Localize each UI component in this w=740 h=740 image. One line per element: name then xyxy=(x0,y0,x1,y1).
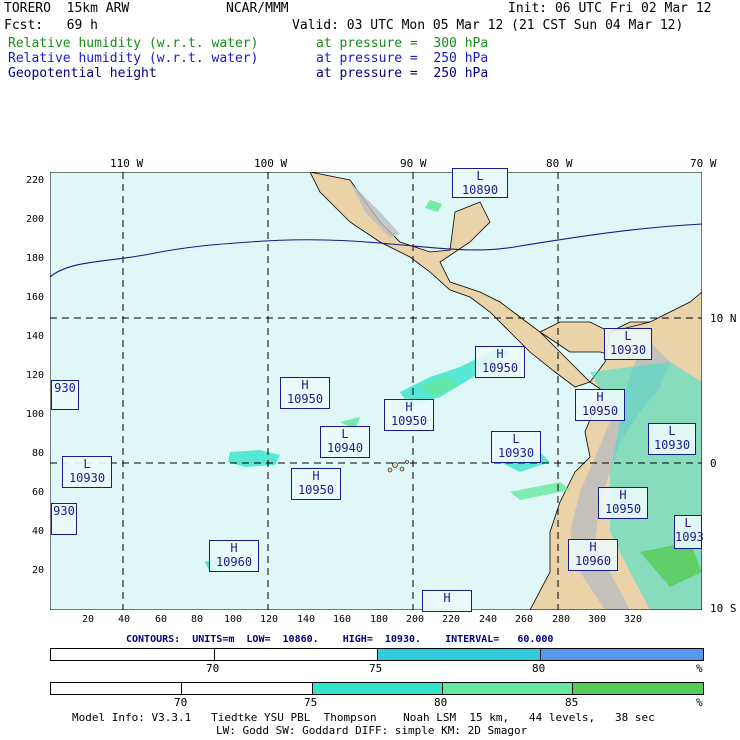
x-tick: 280 xyxy=(552,614,571,625)
y-tick: 100 xyxy=(26,409,45,420)
high-marker: H 10950 xyxy=(291,468,341,500)
lon-label-80w: 80 W xyxy=(546,157,573,170)
center-name: NCAR/MMM xyxy=(226,1,289,16)
galapagos-island xyxy=(399,466,405,472)
colorbar-segment xyxy=(312,683,442,694)
low-marker: L 10890 xyxy=(452,168,508,198)
lon-label-110w: 110 W xyxy=(110,157,144,170)
x-tick: 300 xyxy=(588,614,607,625)
low-marker: 930 xyxy=(51,503,77,535)
x-tick: 100 xyxy=(224,614,243,625)
high-marker: H 10960 xyxy=(209,540,259,572)
valid-time: Valid: 03 UTC Mon 05 Mar 12 (21 CST Sun … xyxy=(292,18,684,33)
colorbar-segment xyxy=(572,683,703,694)
x-tick: 20 xyxy=(82,614,95,625)
colorbar1-label: % xyxy=(696,662,703,675)
colorbar2-label: 80 xyxy=(434,696,448,709)
colorbar1-label: 75 xyxy=(369,662,383,675)
colorbar1-label: 70 xyxy=(206,662,220,675)
field-3-level: at pressure = 250 hPa xyxy=(316,66,489,81)
high-marker: H 10960 xyxy=(568,539,618,571)
colorbar-250hpa xyxy=(50,648,704,661)
x-tick: 40 xyxy=(118,614,131,625)
low-marker: L 1093 xyxy=(674,515,704,549)
model-info-line1: Model Info: V3.3.1 Tiedtke YSU PBL Thomp… xyxy=(72,711,655,724)
field-3-name: Geopotential height xyxy=(8,66,157,81)
y-tick: 180 xyxy=(26,253,45,264)
colorbar-segment xyxy=(540,649,703,660)
x-tick: 180 xyxy=(370,614,389,625)
low-marker: L 10940 xyxy=(320,426,370,458)
forecast-hour: Fcst: 69 h xyxy=(4,18,98,33)
y-tick: 60 xyxy=(32,487,45,498)
model-title: TORERO 15km ARW xyxy=(4,1,130,16)
high-marker: H 10950 xyxy=(575,389,625,421)
field-1-level: at pressure = 300 hPa xyxy=(316,36,489,51)
y-tick: 220 xyxy=(26,175,45,186)
field-1-name: Relative humidity (w.r.t. water) xyxy=(8,36,259,51)
x-tick: 260 xyxy=(515,614,534,625)
galapagos-island xyxy=(405,460,409,464)
lat-label-0: 0 xyxy=(710,457,717,470)
x-tick: 240 xyxy=(479,614,498,625)
field-2-name: Relative humidity (w.r.t. water) xyxy=(8,51,259,66)
x-tick: 80 xyxy=(191,614,204,625)
galapagos-island xyxy=(392,462,398,468)
high-marker: H xyxy=(422,590,472,612)
x-tick: 220 xyxy=(442,614,461,625)
contours-info: CONTOURS: UNITS=m LOW= 10860. HIGH= 1093… xyxy=(126,634,554,645)
lon-label-100w: 100 W xyxy=(254,157,288,170)
low-marker: L 10930 xyxy=(62,456,112,488)
colorbar-segment xyxy=(377,649,540,660)
y-tick: 40 xyxy=(32,526,45,537)
x-tick: 320 xyxy=(624,614,643,625)
y-tick: 120 xyxy=(26,370,45,381)
y-tick: 80 xyxy=(32,448,45,459)
low-marker: L 10930 xyxy=(491,431,541,463)
init-time: Init: 06 UTC Fri 02 Mar 12 xyxy=(508,1,712,16)
colorbar2-label: 70 xyxy=(174,696,188,709)
y-tick: 140 xyxy=(26,331,45,342)
lat-label-10s: 10 S xyxy=(710,602,737,615)
high-marker: H 10950 xyxy=(598,487,648,519)
lon-label-90w: 90 W xyxy=(400,157,427,170)
colorbar2-label: 75 xyxy=(304,696,318,709)
high-marker: H 10950 xyxy=(475,346,525,378)
colorbar-segment xyxy=(442,683,572,694)
x-tick: 160 xyxy=(333,614,352,625)
y-tick: 160 xyxy=(26,292,45,303)
x-tick: 200 xyxy=(406,614,425,625)
high-marker: H 10950 xyxy=(280,377,330,409)
low-marker: L 10930 xyxy=(604,328,652,360)
lon-label-70w: 70 W xyxy=(690,157,717,170)
colorbar2-label: 85 xyxy=(565,696,579,709)
x-tick: 140 xyxy=(297,614,316,625)
y-tick: 20 xyxy=(32,565,45,576)
colorbar1-label: 80 xyxy=(532,662,546,675)
x-tick: 120 xyxy=(260,614,279,625)
low-marker: 930 xyxy=(51,380,79,410)
model-info-line2: LW: Godd SW: Goddard DIFF: simple KM: 2D… xyxy=(216,724,528,737)
y-tick: 200 xyxy=(26,214,45,225)
field-2-level: at pressure = 250 hPa xyxy=(316,51,489,66)
high-marker: H 10950 xyxy=(384,399,434,431)
colorbar-300hpa xyxy=(50,682,704,695)
galapagos-island xyxy=(387,467,393,473)
x-tick: 60 xyxy=(155,614,168,625)
colorbar2-label: % xyxy=(696,696,703,709)
lat-label-10n: 10 N xyxy=(710,312,737,325)
low-marker: L 10930 xyxy=(648,423,696,455)
